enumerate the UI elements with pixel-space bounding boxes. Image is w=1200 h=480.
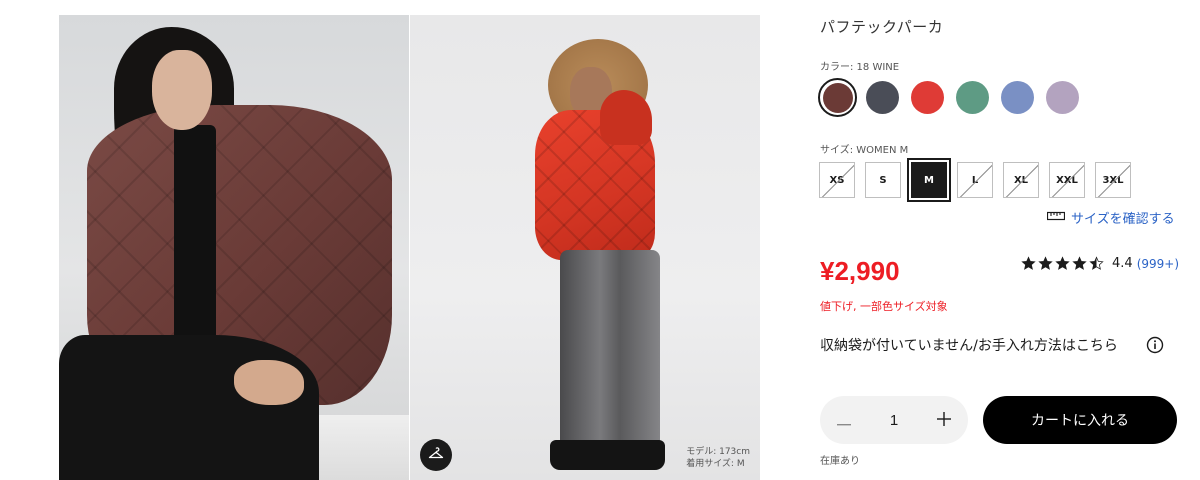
care-instructions-link[interactable]: 収納袋が付いていません/お手入れ方法はこちら xyxy=(820,335,1118,355)
review-count-link[interactable]: (999+) xyxy=(1137,257,1179,271)
size-option[interactable]: XL xyxy=(1003,162,1039,198)
color-swatch-fill xyxy=(1046,81,1079,114)
info-icon[interactable] xyxy=(1146,336,1164,358)
color-swatch[interactable] xyxy=(1043,78,1082,117)
star-icon xyxy=(1038,256,1053,270)
star-icon xyxy=(1072,256,1087,270)
model-boots xyxy=(550,440,665,470)
rating[interactable]: 4.4 (999+) xyxy=(1021,256,1179,271)
sale-note: 値下げ, 一部色サイズ対象 xyxy=(820,300,948,313)
model-jeans xyxy=(560,250,660,465)
size-option[interactable]: S xyxy=(865,162,901,198)
ruler-icon xyxy=(1046,210,1066,225)
color-swatch[interactable] xyxy=(908,78,947,117)
color-swatch-fill xyxy=(1001,81,1034,114)
star-rating xyxy=(1021,256,1106,271)
color-swatch[interactable] xyxy=(818,78,857,117)
model-face xyxy=(152,50,212,130)
size-option[interactable]: XS xyxy=(819,162,855,198)
color-swatch[interactable] xyxy=(863,78,902,117)
size-option[interactable]: 3XL xyxy=(1095,162,1131,198)
model-size: 着用サイズ: M xyxy=(686,459,745,469)
size-option[interactable]: L xyxy=(957,162,993,198)
star-icon xyxy=(1055,256,1070,270)
quantity-stepper: 1 xyxy=(820,396,968,444)
color-swatch-fill xyxy=(866,81,899,114)
size-selector: XS S M L XL XXL 3XL xyxy=(819,162,1141,198)
model-info: モデル: 173cm 着用サイズ: M xyxy=(686,446,750,470)
size-guide-label: サイズを確認する xyxy=(1071,212,1175,227)
model-inner-top xyxy=(174,125,216,365)
stock-status: 在庫あり xyxy=(820,456,860,467)
color-swatch-fill xyxy=(822,82,853,113)
decrease-quantity-button[interactable] xyxy=(834,410,854,430)
price: ¥2,990 xyxy=(820,256,900,286)
size-option[interactable]: M xyxy=(911,162,947,198)
size-guide-link[interactable]: サイズを確認する xyxy=(1046,208,1175,227)
increase-quantity-button[interactable] xyxy=(934,410,954,430)
product-photo-secondary[interactable]: モデル: 173cm 着用サイズ: M xyxy=(410,15,760,480)
minus-icon xyxy=(837,411,851,430)
color-swatch[interactable] xyxy=(953,78,992,117)
plus-icon xyxy=(937,411,951,430)
size-option[interactable]: XXL xyxy=(1049,162,1085,198)
color-swatch-fill xyxy=(911,81,944,114)
add-to-cart-button[interactable]: カートに入れる xyxy=(983,396,1177,444)
color-label: カラー: 18 WINE xyxy=(820,62,900,73)
model-hand xyxy=(234,360,304,405)
star-icon xyxy=(1021,256,1036,270)
rating-value: 4.4 xyxy=(1112,256,1133,271)
hanger-button[interactable] xyxy=(420,439,452,471)
color-swatch-fill xyxy=(956,81,989,114)
hanger-icon xyxy=(428,446,444,465)
product-photo-main[interactable] xyxy=(59,15,409,480)
star-icon xyxy=(1089,256,1104,270)
model-pants xyxy=(59,335,319,480)
color-swatches xyxy=(818,78,1088,117)
product-title: パフテックパーカ xyxy=(820,18,944,36)
color-swatch[interactable] xyxy=(998,78,1037,117)
model-height: モデル: 173cm xyxy=(686,447,750,457)
quantity-value[interactable]: 1 xyxy=(890,412,898,429)
size-label: サイズ: WOMEN M xyxy=(820,145,909,156)
